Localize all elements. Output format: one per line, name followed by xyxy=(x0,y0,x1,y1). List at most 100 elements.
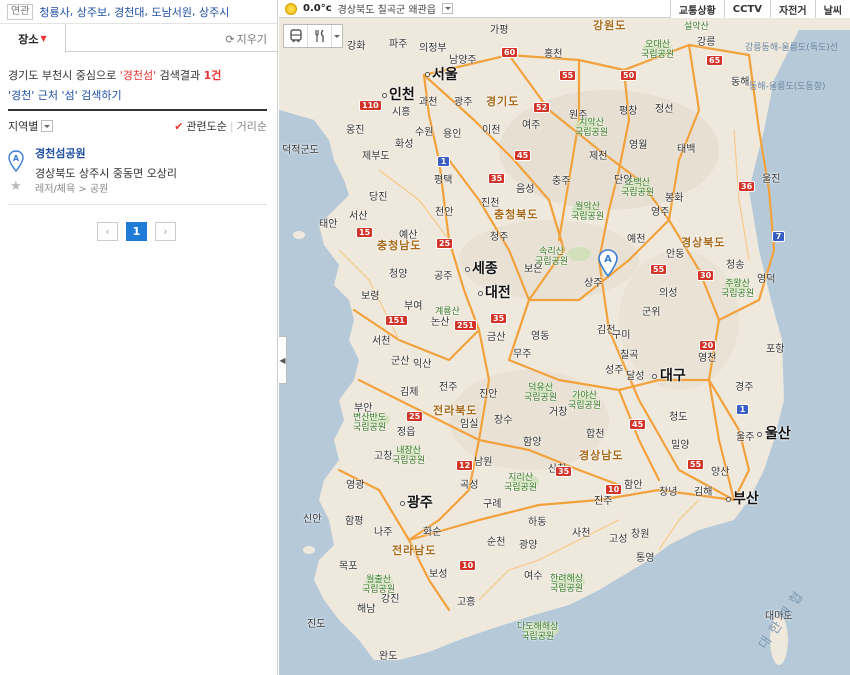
city-label: 사천 xyxy=(572,528,591,539)
marker-a-icon: A xyxy=(8,150,24,172)
city-label: 정읍 xyxy=(397,427,416,438)
city-label: 과천 xyxy=(419,97,438,108)
city-label: 진도 xyxy=(307,619,326,630)
sort-distance[interactable]: 거리순 xyxy=(237,118,267,134)
city-label: 청양 xyxy=(389,269,408,280)
city-label: 함양 xyxy=(523,437,542,448)
chevron-left-icon: ◀ xyxy=(279,355,286,365)
related-link-donamseowon[interactable]: 도남서원 xyxy=(152,4,192,20)
city-marker xyxy=(425,72,430,77)
expressway-shield: 10 xyxy=(459,560,477,571)
clear-button[interactable]: ⟳ 지우기 xyxy=(225,31,267,47)
city-label: 울주 xyxy=(736,432,755,443)
city-label: 전주 xyxy=(439,382,458,393)
restaurant-icon[interactable] xyxy=(308,25,332,47)
search-summary: 경기도 부천시 중심으로 '경천섬' 검색결과 1건 xyxy=(8,67,221,83)
expressway-shield: 36 xyxy=(738,181,756,192)
city-label: 구례 xyxy=(483,499,502,510)
national-road-shield: 1 xyxy=(437,156,450,167)
city-label: 금산 xyxy=(487,332,506,343)
city-label: 남원 xyxy=(474,457,493,468)
related-link-sangjusi[interactable]: 상주시 xyxy=(199,4,229,20)
city-label: 군산 xyxy=(391,356,410,367)
city-label: 장수 xyxy=(494,415,513,426)
expressway-shield: 25 xyxy=(436,238,454,249)
city-label: 진주 xyxy=(594,496,613,507)
svg-text:A: A xyxy=(13,154,20,163)
city-label: 봉화 xyxy=(665,193,684,204)
expressway-shield: 65 xyxy=(706,55,724,66)
sort-relevance[interactable]: 관련도순 xyxy=(186,118,226,134)
favorite-star-icon[interactable]: ★ xyxy=(10,179,22,194)
related-link-sangjubo[interactable]: 상주보 xyxy=(77,4,107,20)
city-label: 청주 xyxy=(490,232,509,243)
summary-keyword: '경천섬' xyxy=(119,69,157,82)
city-label: 임실 xyxy=(460,419,479,430)
map-view[interactable]: 강원도 경기도 충청북도 충청남도 경상북도 전라북도 경상남도 전라남도 서울… xyxy=(279,0,850,675)
city-label: 수원 xyxy=(415,127,434,138)
city-label: 광주 xyxy=(454,97,473,108)
next-page-button[interactable]: › xyxy=(155,222,176,241)
city-label: 덕적군도 xyxy=(282,145,319,156)
expressway-shield: 35 xyxy=(488,173,506,184)
expressway-shield: 60 xyxy=(501,47,519,58)
expressway-shield: 251 xyxy=(454,320,477,331)
city-label: 달성 xyxy=(626,371,645,382)
city-label: 거창 xyxy=(549,407,568,418)
tab-place[interactable]: 장소 ▼ xyxy=(0,24,66,53)
city-label-incheon: 인천 xyxy=(389,87,415,103)
city-label: 영덕 xyxy=(757,274,776,285)
weather-button[interactable]: 날씨 xyxy=(814,0,850,18)
city-label: 무주 xyxy=(513,349,532,360)
summary-middle: 검색결과 xyxy=(156,69,204,82)
expressway-shield: 50 xyxy=(620,70,638,81)
nearby-search-link[interactable]: '경천' 근처 '섬' 검색하기 xyxy=(8,87,122,103)
bicycle-button[interactable]: 자전거 xyxy=(769,0,815,18)
expressway-shield: 55 xyxy=(559,70,577,81)
city-label: 함안 xyxy=(624,480,643,491)
bus-icon[interactable] xyxy=(284,25,308,47)
expressway-shield: 35 xyxy=(555,466,573,477)
tools-dropdown[interactable] xyxy=(332,25,342,47)
city-label: 평창 xyxy=(619,106,638,117)
city-label: 서산 xyxy=(349,211,368,222)
city-label: 청도 xyxy=(669,412,688,423)
expressway-shield: 55 xyxy=(687,459,705,470)
city-label: 충주 xyxy=(552,176,571,187)
city-label: 화성 xyxy=(395,139,414,150)
weather-location: 경상북도 칠곡군 왜관읍 xyxy=(337,5,437,16)
related-link-gyeongcheondae[interactable]: 경천대 xyxy=(114,4,144,20)
filter-row: 지역별 ✔ 관련도순 | 거리순 xyxy=(8,118,267,134)
result-name[interactable]: 경천섬공원 xyxy=(35,145,86,161)
city-label-gwangju: 광주 xyxy=(407,495,433,511)
city-label: 평택 xyxy=(434,175,453,186)
result-tabs: 장소 ▼ ⟳ 지우기 xyxy=(0,24,277,53)
traffic-button[interactable]: 교통상황 xyxy=(669,0,724,18)
collapse-panel-button[interactable]: ◀ xyxy=(279,336,287,384)
city-label: 보령 xyxy=(361,291,380,302)
park-label: 한려해상 국립공원 xyxy=(550,574,584,595)
related-link-cheongnyongsa[interactable]: 청룡사 xyxy=(39,4,69,20)
park-label: 가야산 국립공원 xyxy=(568,391,602,412)
page-button-current[interactable]: 1 xyxy=(126,222,147,241)
city-label: 순천 xyxy=(487,537,506,548)
city-label: 공주 xyxy=(434,271,453,282)
national-road-shield: 1 xyxy=(736,404,749,415)
city-label: 남양주 xyxy=(449,55,477,66)
sea-route-label: 동해-울릉도(도동항) xyxy=(749,82,826,92)
region-filter-dropdown[interactable] xyxy=(41,120,54,132)
city-label: 가평 xyxy=(490,25,509,36)
park-label: 계룡산 xyxy=(435,307,460,317)
weather-widget[interactable]: 0.0°c 경상북도 칠곡군 왜관읍 xyxy=(279,1,454,16)
list-item[interactable]: A ★ 경천섬공원 경상북도 상주시 중동면 오상리 레저/체육 > 공원 xyxy=(8,143,267,205)
city-marker xyxy=(400,501,405,506)
weather-dropdown[interactable] xyxy=(442,3,454,14)
cctv-button[interactable]: CCTV xyxy=(723,0,770,18)
result-category: 레저/체육 > 공원 xyxy=(35,184,109,195)
city-label: 고흥 xyxy=(457,597,476,608)
map-marker-a-icon[interactable]: A xyxy=(598,249,618,277)
city-label: 영동 xyxy=(531,331,550,342)
prev-page-button[interactable]: ‹ xyxy=(97,222,118,241)
province-label: 경상북도 xyxy=(681,236,726,249)
city-label: 홍천 xyxy=(544,49,563,60)
